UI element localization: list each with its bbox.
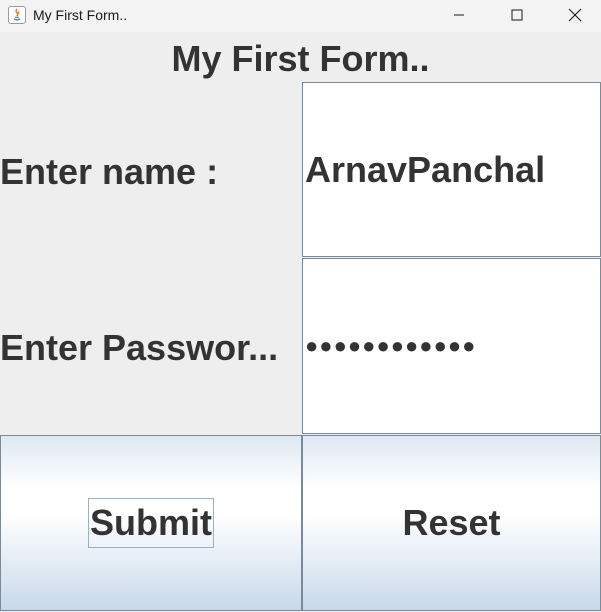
close-button[interactable]	[546, 0, 601, 30]
name-field[interactable]: ArnavPanchal	[302, 82, 601, 257]
reset-button-label: Reset	[402, 502, 501, 543]
window-title: My First Form..	[33, 7, 128, 23]
password-label: Enter Passwor...	[0, 327, 279, 368]
maximize-button[interactable]	[488, 0, 546, 30]
minimize-icon	[454, 14, 464, 16]
submit-button[interactable]: Submit	[0, 435, 302, 611]
minimize-button[interactable]	[430, 0, 488, 30]
name-field-value: ArnavPanchal	[305, 148, 546, 190]
java-icon	[8, 6, 26, 24]
submit-button-label: Submit	[88, 498, 214, 548]
title-bar[interactable]: My First Form..	[0, 0, 601, 32]
password-field[interactable]: ●●●●●●●●●●●●	[302, 258, 601, 434]
name-label: Enter name :	[0, 151, 219, 192]
maximize-icon	[511, 9, 523, 21]
close-icon	[568, 8, 582, 22]
password-field-value: ●●●●●●●●●●●●	[305, 333, 477, 358]
reset-button[interactable]: Reset	[302, 435, 601, 611]
app-window: My First Form.. My First Form.. Enter na…	[0, 0, 601, 612]
form-title: My First Form..	[171, 38, 430, 79]
